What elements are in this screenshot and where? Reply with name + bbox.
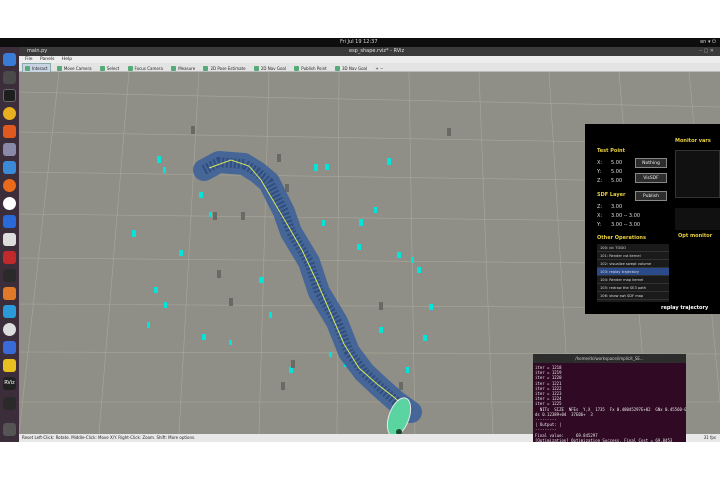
status-text: Reset Left-Click: Rotate. Middle-Click: … <box>22 435 196 440</box>
menu-file[interactable]: File <box>25 57 33 62</box>
publish-button[interactable]: Publish <box>635 191 667 201</box>
test-point-title: Test Point <box>597 148 626 154</box>
rhythmbox-icon[interactable] <box>3 107 16 120</box>
code-icon[interactable] <box>3 215 16 228</box>
active-app-label[interactable]: main.py <box>27 47 47 56</box>
op-item[interactable]: 102: visualize swept volume <box>597 260 669 268</box>
op-item-selected[interactable]: 103: replay trajectory <box>597 268 669 276</box>
tp-x-value[interactable]: 5.00 <box>611 160 622 166</box>
terminal-output[interactable]: iter = 1218 iter = 1219 iter = 1220 iter = … <box>535 365 686 442</box>
show-apps-icon[interactable] <box>3 423 16 436</box>
files-icon[interactable] <box>3 143 16 156</box>
impress-icon[interactable] <box>3 251 16 264</box>
window-title: esp_shape.rviz* - RViz <box>349 48 405 54</box>
sdf-x-range[interactable]: 3.00 -- 3.00 <box>611 213 640 219</box>
terminal-title[interactable]: /home/dc/workspace/implicit_SE... <box>533 354 686 363</box>
nothing-button[interactable]: Nothing <box>635 158 667 168</box>
vscode-icon[interactable] <box>3 53 16 66</box>
sdf-layer-title: SDF Layer <box>597 192 626 198</box>
window-title-bar[interactable]: main.py esp_shape.rviz* - RViz – ▢ ✕ <box>19 47 720 56</box>
tp-z-value[interactable]: 5.00 <box>611 178 622 184</box>
vissdf-button[interactable]: VisSDF <box>635 173 667 183</box>
measure-icon <box>171 66 177 71</box>
opt-monitor-area <box>675 208 720 230</box>
tp-x-label: X: <box>597 160 603 166</box>
chrome-icon[interactable] <box>3 197 16 210</box>
trash-icon[interactable] <box>3 397 16 410</box>
move-camera-icon <box>56 66 62 71</box>
software-center-icon[interactable] <box>3 125 16 138</box>
nav-goal-icon <box>253 66 259 71</box>
rviz-icon[interactable]: RViz <box>3 377 16 390</box>
remote-icon[interactable] <box>3 305 16 318</box>
sdf-z-label: Z: <box>597 204 603 210</box>
op-item[interactable]: 101: Render cst kernel <box>597 252 669 260</box>
sdf-z-value[interactable]: 3.00 <box>611 204 622 210</box>
obs-icon[interactable] <box>3 323 16 336</box>
select-icon <box>99 66 105 71</box>
other-ops-title: Other Operations <box>597 235 646 241</box>
clock[interactable]: Fri Jul 19 12:37 <box>340 38 378 47</box>
tp-y-value[interactable]: 5.00 <box>611 169 622 175</box>
text-editor-icon[interactable] <box>3 341 16 354</box>
op-item[interactable]: 100: clc TODO <box>597 244 669 252</box>
tp-y-label: Y: <box>597 169 602 175</box>
menu-bar: File Panels Help <box>19 56 720 63</box>
writer-icon[interactable] <box>3 233 16 246</box>
terminal2-icon[interactable] <box>3 269 16 282</box>
tp-z-label: Z: <box>597 178 603 184</box>
screen: Fri Jul 19 12:37 en ▾ ⏻ RViz main.py esp… <box>0 38 720 442</box>
menu-help[interactable]: Help <box>62 57 72 62</box>
system-tray[interactable]: en ▾ ⏻ <box>700 38 716 47</box>
publish-point-icon <box>294 66 300 71</box>
desktop-frame: Fri Jul 19 12:37 en ▾ ⏻ RViz main.py esp… <box>0 0 720 480</box>
system-top-bar: Fri Jul 19 12:37 en ▾ ⏻ <box>0 38 720 47</box>
swept-volume <box>193 151 422 423</box>
pose-estimate-icon <box>203 66 209 71</box>
menu-panels[interactable]: Panels <box>40 57 54 62</box>
sdf-x-label: X: <box>597 213 603 219</box>
image-viewer-icon[interactable] <box>3 287 16 300</box>
help-icon[interactable] <box>3 161 16 174</box>
terminal-line: [Optimization] Optimization Success. Fin… <box>535 437 673 442</box>
focus-camera-icon <box>127 66 133 71</box>
sdf-y-label: Y: <box>597 222 602 228</box>
sdf-y-range[interactable]: 3.00 -- 3.00 <box>611 222 640 228</box>
op-item[interactable]: 106: show swt SDF map <box>597 292 669 300</box>
op-item[interactable]: 104: Render map kernel <box>597 276 669 284</box>
fps-readout: 31 fps <box>703 435 716 440</box>
op-item[interactable]: 105: redraw the SE3 path <box>597 284 669 292</box>
monitor-vars-title: Monitor vars <box>675 138 711 144</box>
interact-icon <box>25 66 30 71</box>
3d-nav-goal-icon <box>334 66 340 71</box>
opt-monitor-title: Opt monitor <box>678 233 713 239</box>
window-controls[interactable]: – ▢ ✕ <box>699 47 714 56</box>
replay-trajectory-label[interactable]: replay trajectory <box>661 305 708 311</box>
app-dock: RViz <box>0 47 19 442</box>
rviz-toolbar: Interact Move Camera Select Focus Camera… <box>19 63 720 74</box>
monitor-vars-area <box>675 150 720 198</box>
system-monitor-icon[interactable] <box>3 71 16 84</box>
operations-list: 100: clc TODO 101: Render cst kernel 102… <box>597 244 669 302</box>
terminal-icon[interactable] <box>3 89 16 102</box>
firefox-icon[interactable] <box>3 179 16 192</box>
terminal-window[interactable]: /home/dc/workspace/implicit_SE... iter =… <box>533 354 686 442</box>
python-icon[interactable] <box>3 359 16 372</box>
